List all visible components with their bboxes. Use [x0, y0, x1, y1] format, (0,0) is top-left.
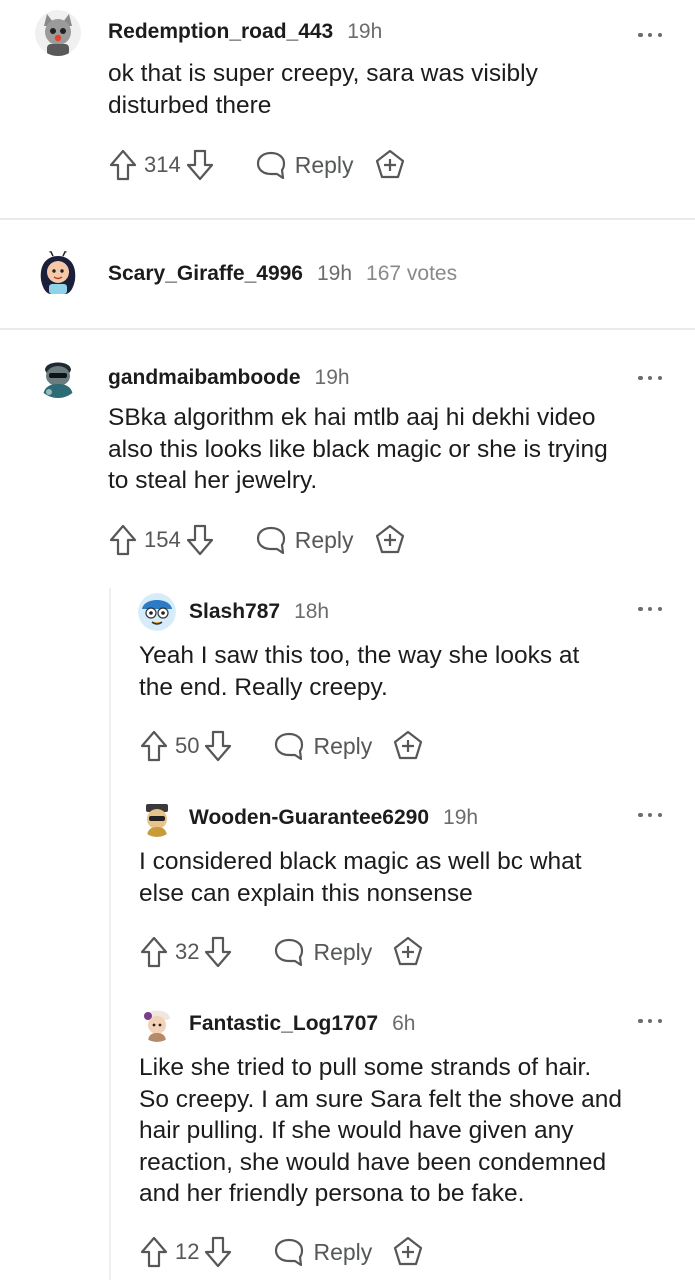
more-options-icon[interactable] [638, 810, 662, 820]
reply-bubble-icon [256, 526, 285, 555]
username[interactable]: gandmaibamboode [108, 366, 301, 390]
more-options-icon[interactable] [638, 1016, 662, 1026]
award-plus-icon [394, 1236, 423, 1266]
reply-button[interactable]: Reply [255, 525, 354, 555]
award-button[interactable] [392, 730, 424, 762]
comment-header: Wooden-Guarantee6290 19h [189, 806, 478, 830]
timestamp: 19h [443, 806, 479, 829]
upvote-icon[interactable] [108, 523, 138, 557]
comment-line: and her friendly persona to be fake. [139, 1180, 525, 1207]
timestamp: 18h [294, 600, 330, 623]
downvote-icon[interactable] [203, 729, 233, 763]
comment-header: Fantastic_Log1707 6h [189, 1012, 415, 1036]
downvote-icon[interactable] [203, 935, 233, 969]
vote-count: 314 [144, 152, 181, 177]
comment-line: to steal her jewelry. [108, 467, 318, 494]
reply-bubble-icon [275, 938, 304, 967]
reply-label: Reply [313, 938, 373, 965]
timestamp: 19h [316, 262, 353, 285]
comment-actions: 154 Reply [108, 520, 406, 560]
comment-line: SBka algorithm ek hai mtlb aaj hi dekhi … [108, 404, 596, 431]
vote-count: 154 [144, 527, 181, 552]
comment-body: SBka algorithm ek hai mtlb aaj hi dekhi … [108, 402, 683, 497]
vote-count: 32 [175, 939, 200, 964]
avatar[interactable] [35, 10, 81, 56]
comment-line: ok that is super creepy, sara was visibl… [108, 60, 538, 87]
comment-line: reaction, she would have been condemned [139, 1148, 607, 1176]
divider [0, 328, 695, 330]
timestamp: 19h [347, 20, 383, 43]
award-button[interactable] [374, 149, 406, 181]
comment-actions: 32 Reply [139, 932, 424, 972]
reply-button[interactable]: Reply [273, 937, 372, 967]
timestamp: 6h [392, 1012, 416, 1035]
reply-label: Reply [294, 151, 354, 178]
comment-body: I considered black magic as well bc what… [139, 846, 679, 909]
avatar[interactable] [138, 1004, 176, 1042]
more-options-icon[interactable] [638, 604, 662, 614]
comment-line: also this looks like black magic or she … [108, 435, 608, 463]
comment-line: So creepy. I am sure Sara felt the shove… [139, 1085, 623, 1113]
award-plus-icon [394, 936, 423, 966]
reply-button[interactable]: Reply [255, 150, 354, 180]
username[interactable]: Fantastic_Log1707 [189, 1012, 378, 1036]
award-button[interactable] [374, 524, 406, 556]
reply-button[interactable]: Reply [273, 731, 372, 761]
timestamp: 19h [314, 366, 350, 389]
reply-bubble-icon [256, 151, 285, 180]
comment-actions: 12 Reply [139, 1232, 424, 1272]
upvote-icon[interactable] [139, 935, 169, 969]
reply-label: Reply [294, 526, 354, 553]
username[interactable]: Scary_Giraffe_4996 [108, 262, 303, 286]
comment-body: Like she tried to pull some strands of h… [139, 1052, 684, 1210]
comment-actions: 314 Reply [108, 145, 406, 185]
vote-count: 50 [175, 733, 200, 758]
downvote-icon[interactable] [203, 1235, 233, 1269]
comment-header: Redemption_road_443 19h [108, 20, 382, 44]
username[interactable]: Wooden-Guarantee6290 [189, 806, 429, 830]
upvote-icon[interactable] [139, 1235, 169, 1269]
comment-body: ok that is super creepy, sara was visibl… [108, 58, 668, 121]
reply-label: Reply [313, 732, 373, 759]
reply-bubble-icon [275, 1238, 304, 1267]
downvote-icon[interactable] [185, 523, 215, 557]
vote-count: 12 [175, 1239, 200, 1264]
avatar[interactable] [35, 250, 81, 296]
comment-line: Yeah I saw this too, the way she looks a… [139, 642, 580, 669]
award-plus-icon [375, 149, 404, 179]
more-options-icon[interactable] [638, 373, 662, 383]
comment-line: the end. Really creepy. [139, 673, 388, 701]
comment-header: gandmaibamboode 19h [108, 366, 350, 390]
comment-line: hair pulling. If she would have given an… [139, 1117, 574, 1144]
reply-button[interactable]: Reply [273, 1237, 372, 1267]
collapsed-votes: 167 votes [366, 262, 458, 285]
award-plus-icon [394, 730, 423, 760]
username[interactable]: Redemption_road_443 [108, 20, 333, 44]
comment-line: disturbed there [108, 91, 272, 119]
reply-bubble-icon [275, 732, 304, 761]
comment-header: Scary_Giraffe_4996 19h 167 votes [108, 262, 457, 286]
award-plus-icon [375, 524, 404, 554]
reply-label: Reply [313, 1238, 373, 1265]
comment-line: else can explain this nonsense [139, 879, 473, 907]
downvote-icon[interactable] [185, 148, 215, 182]
thread-line[interactable] [109, 588, 111, 1280]
comment-line: Like she tried to pull some strands of h… [139, 1054, 592, 1081]
username[interactable]: Slash787 [189, 600, 280, 624]
upvote-icon[interactable] [139, 729, 169, 763]
comment-actions: 50 Reply [139, 726, 424, 766]
divider [0, 218, 695, 220]
more-options-icon[interactable] [638, 30, 662, 40]
comment-line: I considered black magic as well bc what [139, 848, 582, 875]
comment-header: Slash787 18h [189, 600, 329, 624]
avatar[interactable] [138, 593, 176, 631]
avatar[interactable] [35, 352, 81, 398]
comment-body: Yeah I saw this too, the way she looks a… [139, 640, 679, 703]
avatar[interactable] [138, 799, 176, 837]
award-button[interactable] [392, 936, 424, 968]
award-button[interactable] [392, 1236, 424, 1268]
upvote-icon[interactable] [108, 148, 138, 182]
